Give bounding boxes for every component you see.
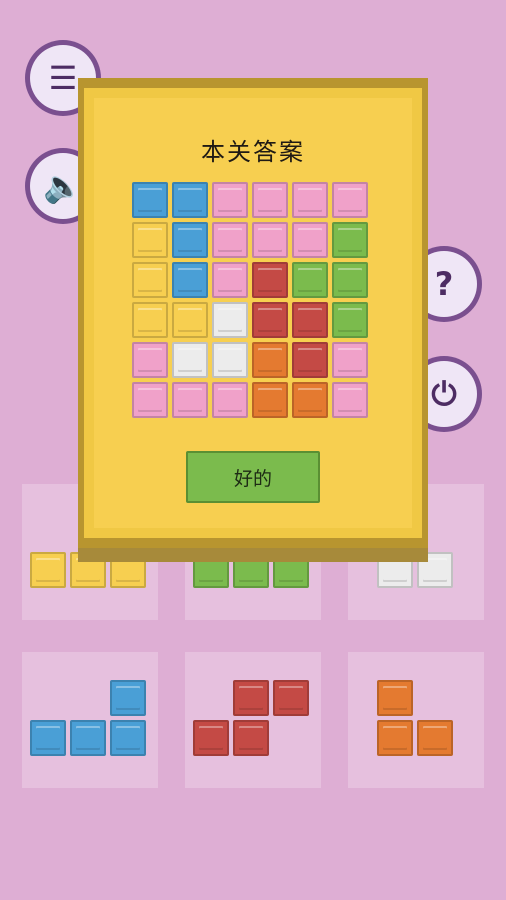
board-cell-yellow [132,302,168,338]
board-cell-pink [212,382,248,418]
board-cell-green [292,262,328,298]
board-cell-pink [212,182,248,218]
board-cell-blue [172,262,208,298]
blue-piece-cell[interactable] [110,680,146,716]
red-piece-cell[interactable] [193,720,229,756]
board-cell-blue [172,222,208,258]
board-cell-pink [212,262,248,298]
board-cell-blue [172,182,208,218]
board-cell-orange [252,382,288,418]
board-cell-yellow [172,302,208,338]
modal-title: 本关答案 [201,138,305,166]
red-piece-cell[interactable] [233,680,269,716]
board-cell-pink [332,342,368,378]
board-cell-orange [252,342,288,378]
board-cell-white [172,342,208,378]
board-cell-yellow [132,222,168,258]
board-cell-red [292,342,328,378]
board-cell-pink [172,382,208,418]
board-cell-white [212,342,248,378]
orange-piece-cell[interactable] [377,720,413,756]
blue-piece-cell[interactable] [110,720,146,756]
answer-board [130,180,374,424]
board-cell-pink [252,222,288,258]
board-cell-pink [332,182,368,218]
board-cell-pink [212,222,248,258]
board-cell-green [332,222,368,258]
piece-slot-6[interactable] [348,652,484,788]
board-cell-pink [292,182,328,218]
orange-piece-cell[interactable] [417,720,453,756]
board-cell-red [252,262,288,298]
board-cell-green [332,302,368,338]
orange-piece-cell[interactable] [377,680,413,716]
ok-button[interactable]: 好的 [186,451,320,503]
board-cell-red [252,302,288,338]
board-cell-red [292,302,328,338]
blue-piece-cell[interactable] [70,720,106,756]
board-cell-pink [132,382,168,418]
yellow-piece-cell[interactable] [30,552,66,588]
board-cell-pink [292,222,328,258]
board-cell-pink [252,182,288,218]
board-cell-orange [292,382,328,418]
red-piece-cell[interactable] [273,680,309,716]
board-cell-yellow [132,262,168,298]
board-cell-pink [332,382,368,418]
board-cell-white [212,302,248,338]
modal-shadow [78,548,428,562]
red-piece-cell[interactable] [233,720,269,756]
board-cell-blue [132,182,168,218]
board-cell-pink [132,342,168,378]
blue-piece-cell[interactable] [30,720,66,756]
board-cell-green [332,262,368,298]
